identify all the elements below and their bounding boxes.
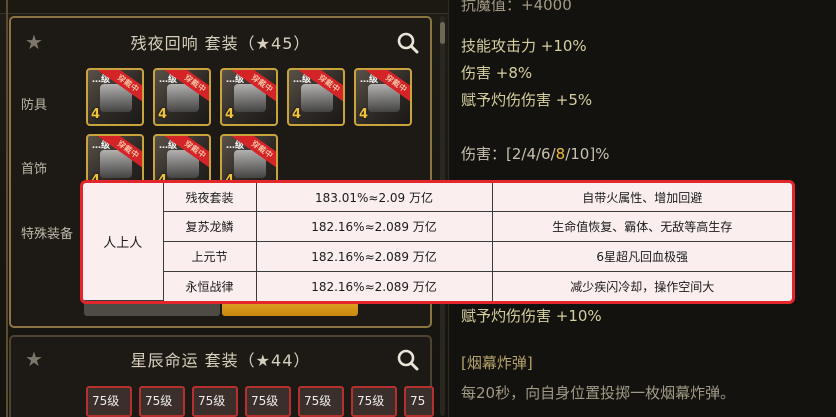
set-header: 星辰命运 套装（★44） xyxy=(11,337,430,381)
search-icon[interactable] xyxy=(396,31,420,55)
damage-tiers-suffix: /10]% xyxy=(565,145,610,163)
level-slot[interactable]: 75级 xyxy=(298,386,344,417)
star-icon[interactable]: ★ xyxy=(23,348,45,370)
stat-burn-damage-2: 赋予灼伤伤害 +10% xyxy=(461,307,602,325)
tier-label: 人上人 xyxy=(83,183,164,301)
stat-damage: 伤害 +8% xyxy=(461,64,533,82)
set-header: 残夜回响 套装（★45） xyxy=(11,18,430,66)
star-icon[interactable]: ★ xyxy=(23,31,45,53)
panel-rail xyxy=(6,0,8,417)
stat-damage-tiers: 伤害：[2/4/6/8/10]% xyxy=(461,143,609,164)
equipment-slot[interactable]: …级 穿戴中 4 xyxy=(220,68,278,126)
skill-description: 每20秒，向自身位置投掷一枚烟幕炸弹。 xyxy=(461,384,736,402)
slot-stars: 4 xyxy=(225,107,235,122)
search-icon[interactable] xyxy=(396,348,420,372)
feature-note-cell: 减少疾闪冷却，操作空间大 xyxy=(491,271,792,301)
damage-value-cell: 182.16%≈2.089 万亿 xyxy=(255,241,493,273)
slot-stars: 4 xyxy=(292,107,302,122)
slot-stars: 4 xyxy=(359,107,369,122)
set-title: 残夜回响 套装（★45） xyxy=(130,34,311,53)
set-name-cell: 复苏龙鳞 xyxy=(163,211,257,243)
damage-value-cell: 182.16%≈2.089 万亿 xyxy=(255,271,493,301)
top-strip xyxy=(0,0,448,14)
level-slot[interactable]: 75级 xyxy=(351,386,397,417)
level-slot[interactable]: 75级 xyxy=(404,386,434,417)
table-row: 上元节 182.16%≈2.089 万亿 6星超凡回血极强 xyxy=(83,241,792,273)
level-slot[interactable]: 75级 xyxy=(192,386,238,417)
row-label-special: 特殊装备 xyxy=(21,227,74,242)
equipment-slot[interactable]: …级 穿戴中 4 xyxy=(287,68,345,126)
set-name-cell: 残夜套装 xyxy=(162,183,257,213)
feature-note-cell: 自带火属性、增加回避 xyxy=(491,183,792,213)
feature-note-cell: 生命值恢复、霸体、无敌等高生存 xyxy=(491,211,792,243)
set-title: 星辰命运 套装（★44） xyxy=(130,351,311,370)
damage-tiers-prefix: 伤害：[2/4/6/ xyxy=(461,145,556,163)
table-row: 复苏龙鳞 182.16%≈2.089 万亿 生命值恢复、霸体、无敌等高生存 xyxy=(83,211,792,243)
slot-stars: 4 xyxy=(91,107,101,122)
row-label-accessory: 首饰 xyxy=(21,162,48,177)
comparison-table: 人上人 残夜套装 183.01%≈2.09 万亿 自带火属性、增加回避 复苏龙鳞… xyxy=(83,183,792,301)
stat-magic-resist: 抗魔值：+4000 xyxy=(461,0,572,14)
level-slot[interactable]: 75级 xyxy=(245,386,291,417)
level-slot[interactable]: 75级 xyxy=(86,386,132,417)
feature-note-cell: 6星超凡回血极强 xyxy=(491,241,792,273)
damage-value-cell: 183.01%≈2.09 万亿 xyxy=(255,183,493,213)
skill-name: [烟幕炸弹] xyxy=(461,354,533,372)
row-label-armor: 防具 xyxy=(21,98,48,113)
equipment-slot[interactable]: …级 穿戴中 4 xyxy=(153,68,211,126)
table-row: 人上人 残夜套装 183.01%≈2.09 万亿 自带火属性、增加回避 xyxy=(83,183,792,301)
set-name-cell: 上元节 xyxy=(163,241,257,273)
equipment-slot[interactable]: …级 穿戴中 4 xyxy=(86,68,144,126)
stat-burn-damage: 赋予灼伤伤害 +5% xyxy=(461,91,593,109)
equipment-slot[interactable]: …级 穿戴中 4 xyxy=(354,68,412,126)
stat-skill-attack: 技能攻击力 +10% xyxy=(461,37,587,55)
set-name-cell: 永恒战律 xyxy=(163,271,257,301)
comparison-table-overlay: 人上人 残夜套装 183.01%≈2.09 万亿 自带火属性、增加回避 复苏龙鳞… xyxy=(80,180,795,304)
table-row: 永恒战律 182.16%≈2.089 万亿 减少疾闪冷却，操作空间大 xyxy=(83,271,792,301)
damage-value-cell: 182.16%≈2.089 万亿 xyxy=(255,211,493,243)
slot-stars: 4 xyxy=(158,107,168,122)
level-slot[interactable]: 75级 xyxy=(139,386,185,417)
scrollbar-thumb[interactable] xyxy=(440,22,445,44)
damage-tier-current: 8 xyxy=(555,145,566,163)
